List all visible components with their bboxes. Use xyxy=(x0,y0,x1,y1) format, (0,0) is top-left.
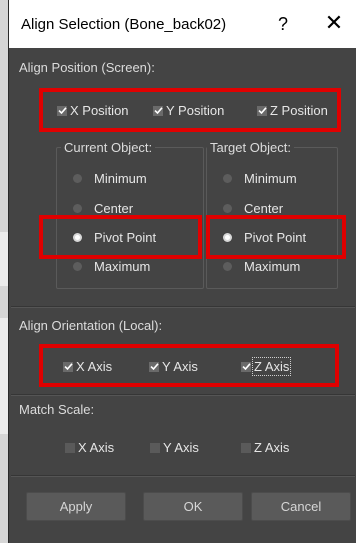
close-icon[interactable]: ✕ xyxy=(323,10,345,36)
target-center-radio[interactable]: Center xyxy=(223,201,283,216)
highlight-box-current-pivot xyxy=(39,215,202,259)
checkbox-check-icon xyxy=(149,361,159,372)
radio-label: Maximum xyxy=(94,259,151,274)
align-selection-dialog: Align Selection (Bone_back02) ? ✕ Align … xyxy=(8,0,356,543)
orient-y-axis-label: Y Axis xyxy=(162,359,198,374)
help-button[interactable]: ? xyxy=(273,14,293,35)
radio-label: Minimum xyxy=(94,171,147,186)
radio-label: Maximum xyxy=(244,259,301,274)
x-position-checkbox[interactable]: X Position xyxy=(57,103,129,118)
radio-dot-icon xyxy=(223,262,232,271)
align-position-label: Align Position (Screen): xyxy=(19,60,155,75)
checkbox-empty-icon xyxy=(150,442,160,453)
title-bar[interactable]: Align Selection (Bone_back02) ? ✕ xyxy=(9,0,356,48)
target-object-label: Target Object: xyxy=(207,140,294,155)
scale-y-axis-label: Y Axis xyxy=(163,440,199,455)
checkbox-empty-icon xyxy=(65,442,75,453)
scale-y-axis-checkbox[interactable]: Y Axis xyxy=(150,440,199,455)
checkbox-check-icon xyxy=(63,361,73,372)
orient-y-axis-checkbox[interactable]: Y Axis xyxy=(149,359,198,374)
checkbox-check-icon xyxy=(241,361,251,372)
y-position-label: Y Position xyxy=(166,103,225,118)
radio-dot-icon xyxy=(73,262,82,271)
target-minimum-radio[interactable]: Minimum xyxy=(223,171,297,186)
scale-x-axis-checkbox[interactable]: X Axis xyxy=(65,440,114,455)
section-divider xyxy=(11,306,355,308)
scale-x-axis-label: X Axis xyxy=(78,440,115,455)
section-divider xyxy=(11,394,355,396)
x-position-label: X Position xyxy=(70,103,129,118)
radio-dot-icon xyxy=(73,204,82,213)
target-maximum-radio[interactable]: Maximum xyxy=(223,259,300,274)
section-divider xyxy=(11,475,355,477)
apply-button[interactable]: Apply xyxy=(26,492,126,521)
current-minimum-radio[interactable]: Minimum xyxy=(73,171,147,186)
orient-z-axis-label: Z Axis xyxy=(251,357,292,376)
checkbox-check-icon xyxy=(57,105,67,116)
highlight-box-target-pivot xyxy=(206,215,346,259)
orient-x-axis-label: X Axis xyxy=(76,359,113,374)
radio-dot-icon xyxy=(223,174,232,183)
scale-z-axis-checkbox[interactable]: Z Axis xyxy=(241,440,289,455)
radio-dot-icon xyxy=(223,204,232,213)
dialog-title: Align Selection (Bone_back02) xyxy=(21,16,227,33)
checkbox-check-icon xyxy=(153,105,163,116)
radio-dot-icon xyxy=(73,174,82,183)
cancel-button[interactable]: Cancel xyxy=(251,492,351,521)
checkbox-empty-icon xyxy=(241,442,251,453)
radio-label: Center xyxy=(244,201,284,216)
current-maximum-radio[interactable]: Maximum xyxy=(73,259,150,274)
current-object-label: Current Object: xyxy=(61,140,156,155)
match-scale-label: Match Scale: xyxy=(19,402,95,417)
ok-button[interactable]: OK xyxy=(143,492,243,521)
radio-label: Center xyxy=(94,201,134,216)
radio-label: Minimum xyxy=(244,171,297,186)
orient-z-axis-checkbox[interactable]: Z Axis xyxy=(241,357,292,376)
orient-x-axis-checkbox[interactable]: X Axis xyxy=(63,359,112,374)
y-position-checkbox[interactable]: Y Position xyxy=(153,103,224,118)
z-position-checkbox[interactable]: Z Position xyxy=(257,103,328,118)
align-orientation-label: Align Orientation (Local): xyxy=(19,318,163,333)
current-center-radio[interactable]: Center xyxy=(73,201,133,216)
scale-z-axis-label: Z Axis xyxy=(254,440,290,455)
checkbox-check-icon xyxy=(257,105,267,116)
z-position-label: Z Position xyxy=(270,103,328,118)
